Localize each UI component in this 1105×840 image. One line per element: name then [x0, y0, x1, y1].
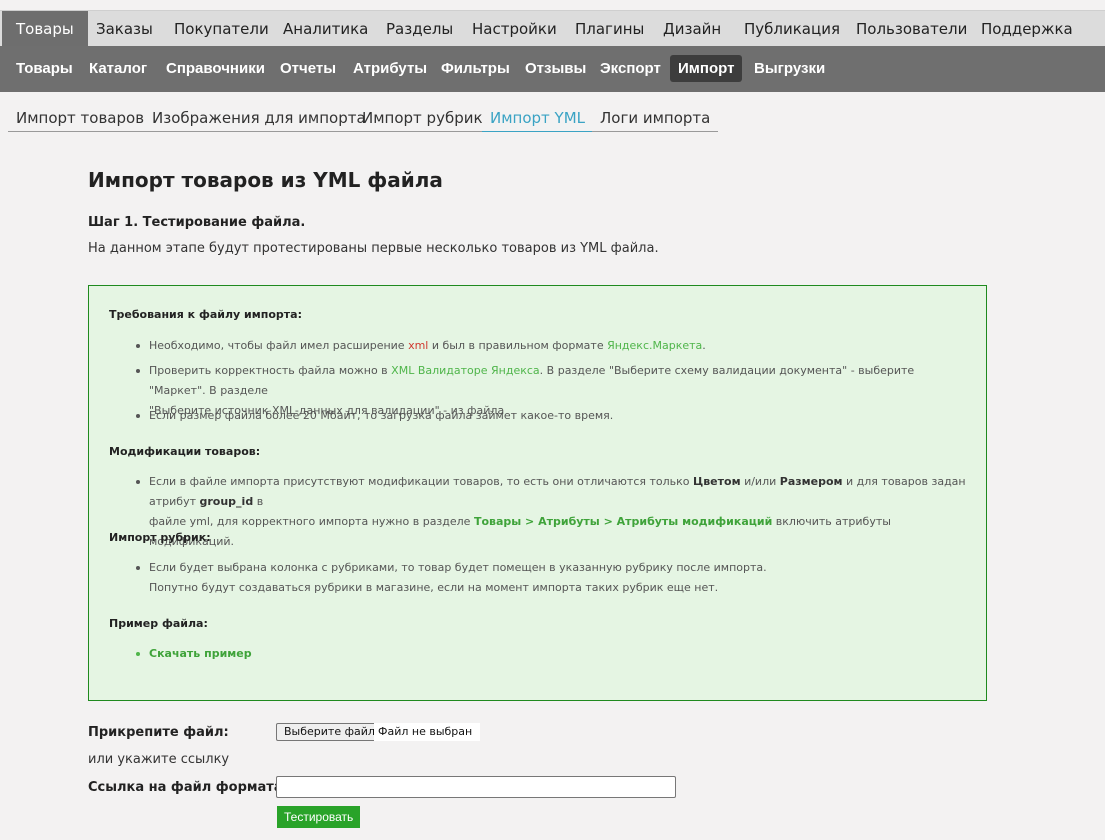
sub-menu-references[interactable]: Справочники [158, 55, 273, 82]
step-description: На данном этапе будут протестированы пер… [88, 241, 659, 256]
page-title: Импорт товаров из YML файла [88, 168, 443, 192]
top-menu-customers[interactable]: Покупатели [160, 11, 283, 47]
sub-menu-products[interactable]: Товары [8, 55, 81, 82]
file-status: Файл не выбран [374, 723, 480, 741]
sub-menu-reviews[interactable]: Отзывы [517, 55, 594, 82]
top-menu-plugins[interactable]: Плагины [561, 11, 658, 47]
tab-import-categories[interactable]: Импорт рубрик [354, 106, 491, 132]
mod-color: Цветом [693, 475, 741, 488]
tab-import-yml[interactable]: Импорт YML [482, 106, 594, 132]
top-menu-support[interactable]: Поддержка [967, 11, 1087, 47]
list-item: Если будет выбрана колонка с рубриками, … [136, 558, 969, 598]
sub-menu-filters[interactable]: Фильтры [433, 55, 518, 82]
example-heading: Пример файла: [109, 617, 208, 630]
yml-url-input[interactable] [276, 776, 676, 798]
cat-text-2: Попутно будут создаваться рубрики в мага… [149, 581, 719, 594]
yandex-market-link[interactable]: Яндекс.Маркета [607, 339, 702, 352]
top-menu-publication[interactable]: Публикация [730, 11, 854, 47]
list-item: Если размер файла более 20 Мбайт, то заг… [136, 406, 969, 426]
mod-text-5: файле yml, для корректного импорта нужно… [149, 515, 474, 528]
top-menu-analytics[interactable]: Аналитика [269, 11, 382, 47]
tab-import-logs[interactable]: Логи импорта [592, 106, 719, 132]
sub-menu-reports[interactable]: Отчеты [272, 55, 344, 82]
choose-file-button[interactable]: Выберите файл [276, 723, 383, 741]
top-menu-sections[interactable]: Разделы [372, 11, 467, 47]
top-menu-products[interactable]: Товары [2, 11, 88, 47]
top-menu-settings[interactable]: Настройки [458, 11, 571, 47]
requirements-box: Требования к файлу импорта: Необходимо, … [88, 285, 987, 701]
top-menu-design[interactable]: Дизайн [649, 11, 735, 47]
test-button[interactable]: Тестировать [277, 806, 361, 828]
sub-menu-catalog[interactable]: Каталог [81, 55, 155, 82]
mod-attr: group_id [199, 495, 254, 508]
list-item: Скачать пример [136, 644, 969, 664]
mod-size: Размером [779, 475, 843, 488]
mod-text-4: в [253, 495, 264, 508]
req-1-end: . [702, 339, 706, 352]
sub-menu: Товары Каталог Справочники Отчеты Атрибу… [0, 46, 1105, 92]
step-title: Шаг 1. Тестирование файла. [88, 215, 306, 230]
attach-file-label: Прикрепите файл: [88, 725, 229, 740]
xml-extension: xml [408, 339, 429, 352]
sub-menu-export[interactable]: Экспорт [592, 55, 669, 82]
top-menu-orders[interactable]: Заказы [82, 11, 167, 47]
list-item: Если в файле импорта присутствуют модифи… [136, 472, 969, 552]
sub-menu-import[interactable]: Импорт [670, 55, 743, 82]
sub-menu-attributes[interactable]: Атрибуты [345, 55, 435, 82]
cat-text: Если будет выбрана колонка с рубриками, … [149, 561, 767, 574]
modifications-heading: Модификации товаров: [109, 445, 261, 458]
tab-import-products[interactable]: Импорт товаров [8, 106, 153, 132]
requirements-heading: Требования к файлу импорта: [109, 308, 302, 321]
categories-heading: Импорт рубрик: [109, 531, 211, 544]
tab-import-images[interactable]: Изображения для импорта [144, 106, 374, 132]
top-menu-users[interactable]: Пользователи [842, 11, 981, 47]
mod-text-2: и/или [740, 475, 780, 488]
xml-validator-link[interactable]: XML Валидаторе Яндекса [391, 364, 540, 377]
req-1-text-2: и был в правильном формате [428, 339, 608, 352]
modification-attributes-link[interactable]: Товары > Атрибуты > Атрибуты модификаций [474, 515, 772, 528]
mod-text: Если в файле импорта присутствуют модифи… [149, 475, 694, 488]
import-tabs: Импорт товаров Изображения для импорта И… [0, 106, 1105, 132]
req-2-text: Проверить корректность файла можно в [149, 364, 392, 377]
download-example-link[interactable]: Скачать пример [149, 647, 252, 660]
req-1-text: Необходимо, чтобы файл имел расширение [149, 339, 409, 352]
or-link-text: или укажите ссылку [88, 752, 230, 767]
sub-menu-unloads[interactable]: Выгрузки [746, 55, 833, 82]
list-item: Необходимо, чтобы файл имел расширение x… [136, 336, 969, 356]
top-menu: Товары Заказы Покупатели Аналитика Разде… [0, 10, 1105, 47]
